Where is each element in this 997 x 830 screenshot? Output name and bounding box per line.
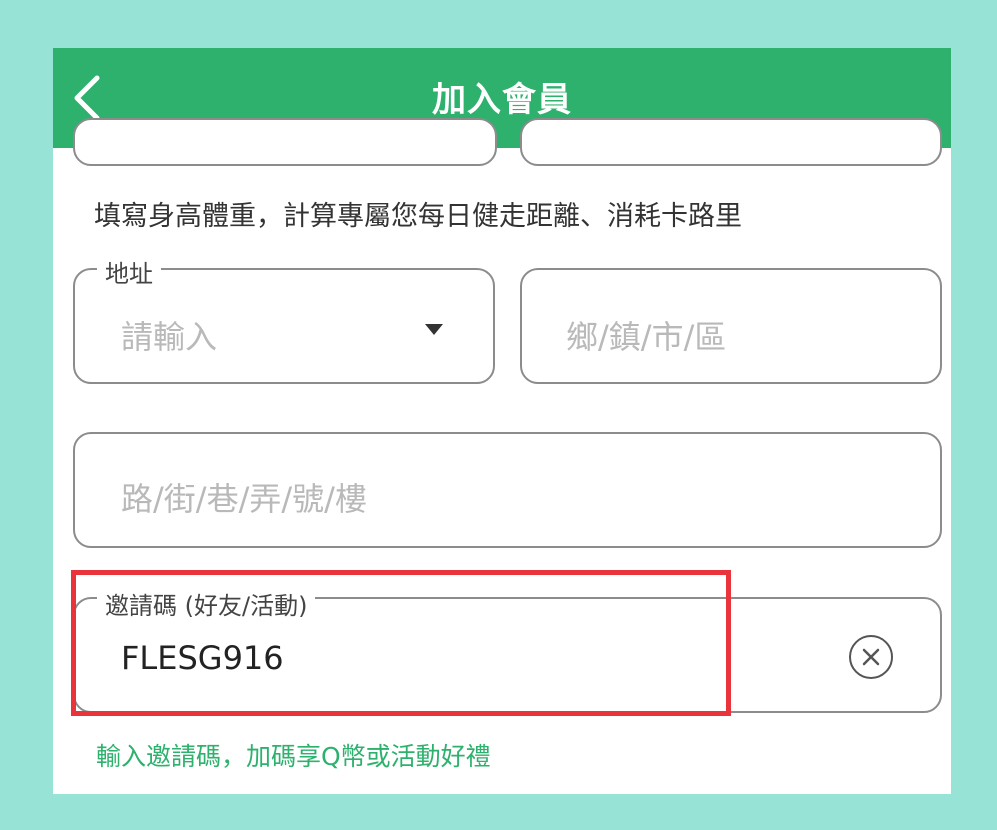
street-placeholder: 路/街/巷/弄/號/樓	[121, 480, 367, 518]
clear-button[interactable]	[849, 635, 893, 679]
clear-circle-icon	[862, 648, 880, 666]
body-info-hint: 填寫身高體重，計算專屬您每日健走距離、消耗卡路里	[94, 201, 742, 232]
street-input[interactable]: 路/街/巷/弄/號/樓	[73, 432, 942, 548]
district-placeholder: 鄉/鎮/市/區	[566, 318, 727, 356]
page-title: 加入會員	[432, 80, 572, 120]
district-select[interactable]: 鄉/鎮/市/區	[520, 268, 942, 384]
phone-screen: 加入會員 填寫身高體重，計算專屬您每日健走距離、消耗卡路里 請輸入 地址 鄉/鎮…	[53, 48, 951, 794]
city-placeholder: 請輸入	[121, 318, 218, 356]
weight-field[interactable]	[520, 118, 942, 166]
height-field[interactable]	[73, 118, 497, 166]
address-label: 地址	[97, 254, 161, 289]
highlight-box	[71, 570, 731, 716]
dropdown-arrow-icon	[425, 324, 443, 335]
invite-hint: 輸入邀請碼，加碼享Q幣或活動好禮	[96, 742, 491, 771]
